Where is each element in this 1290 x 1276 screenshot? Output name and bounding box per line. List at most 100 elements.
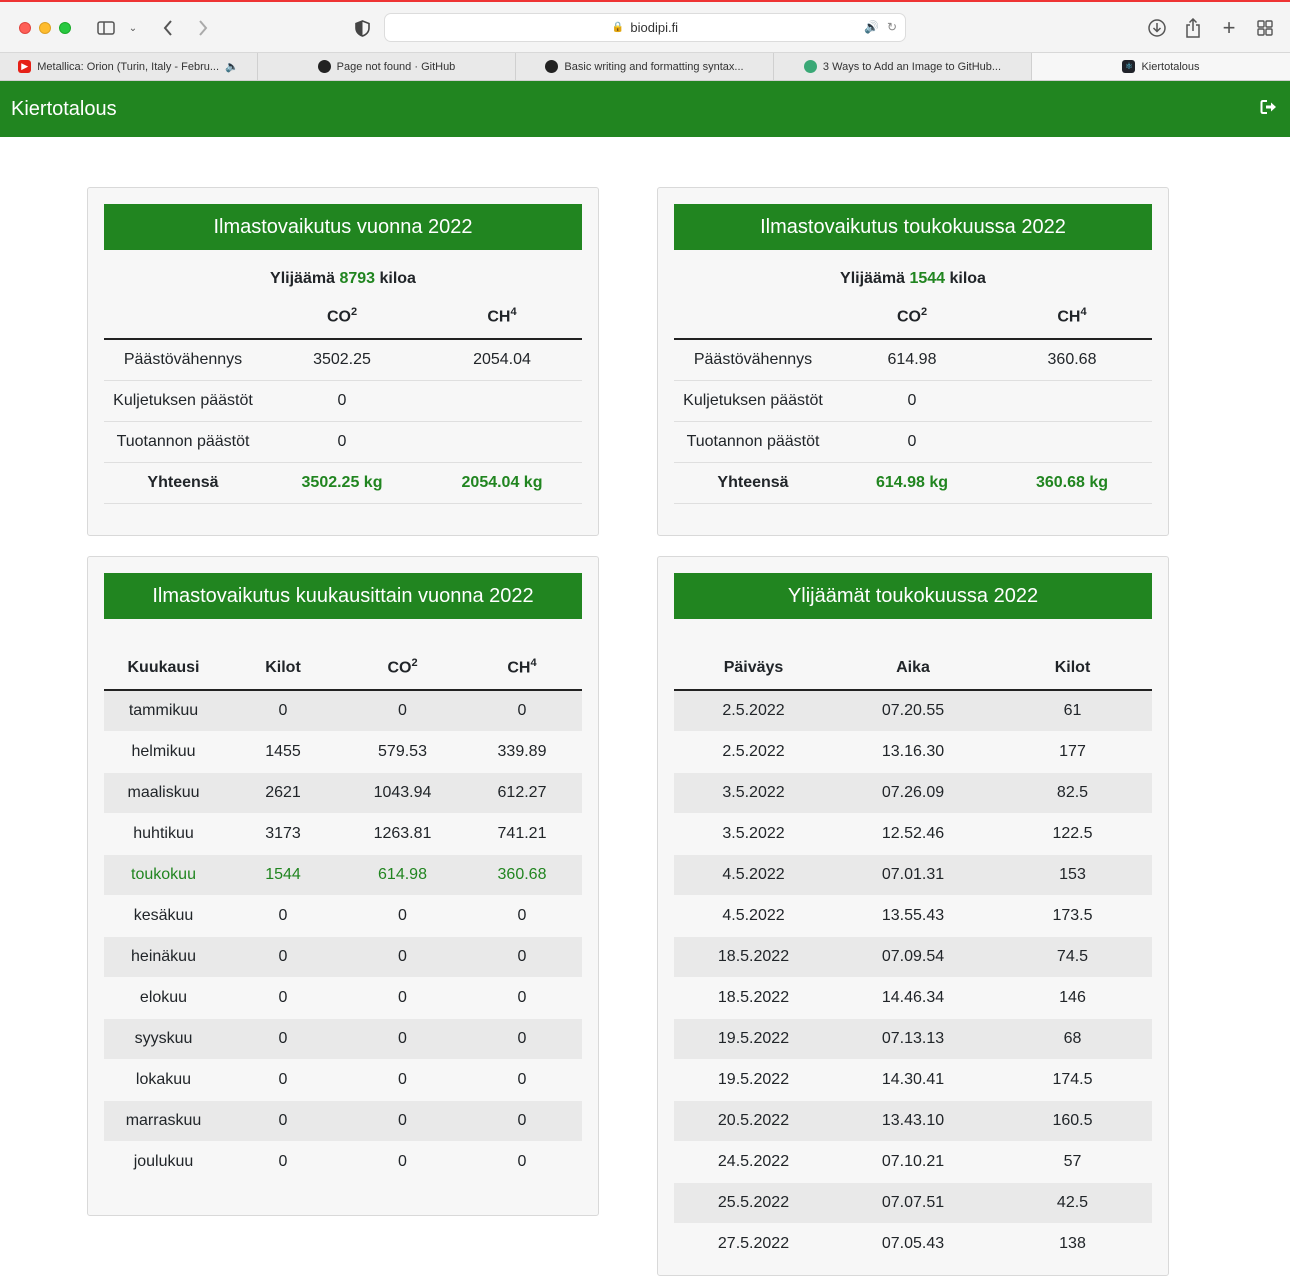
co2-cell: 0 xyxy=(343,936,462,978)
mute-icon[interactable]: 🔈 xyxy=(225,60,239,73)
co2-header-sup: 2 xyxy=(920,305,928,318)
leaf-icon xyxy=(803,60,817,73)
date-cell: 4.5.2022 xyxy=(674,854,833,896)
sidebar-menu-button[interactable]: ⌄ xyxy=(127,16,139,40)
co2-header-sup: 2 xyxy=(411,656,418,669)
ch4-value xyxy=(422,421,582,463)
co2-header-text: CO xyxy=(896,308,921,325)
kilos-cell: 0 xyxy=(223,936,343,978)
table-row: 18.5.2022 07.09.54 74.5 xyxy=(674,936,1152,978)
date-cell: 3.5.2022 xyxy=(674,813,833,855)
sidebar-icon xyxy=(97,21,115,35)
table-row: Tuotannon päästöt 0 xyxy=(674,421,1152,463)
date-cell: 2.5.2022 xyxy=(674,690,833,732)
month-cell: marraskuu xyxy=(104,1100,223,1142)
browser-tab-image-howto[interactable]: 3 Ways to Add an Image to GitHub... xyxy=(774,53,1032,80)
reload-icon[interactable]: ↻ xyxy=(887,20,897,34)
kilos-cell: 68 xyxy=(993,1018,1152,1060)
time-cell: 07.13.13 xyxy=(833,1018,993,1060)
co2-value: 0 xyxy=(262,380,422,422)
chevron-right-icon xyxy=(199,20,208,36)
date-cell: 25.5.2022 xyxy=(674,1182,833,1224)
address-bar[interactable]: 🔒 biodipi.fi 🔊 ↻ xyxy=(384,13,906,42)
ch4-cell: 612.27 xyxy=(462,772,582,814)
time-cell: 07.01.31 xyxy=(833,854,993,896)
browser-tab-github-docs[interactable]: Basic writing and formatting syntax... xyxy=(516,53,774,80)
table-row: syyskuu 0 0 0 xyxy=(104,1018,582,1060)
table-row: 2.5.2022 07.20.55 61 xyxy=(674,690,1152,732)
surplus-summary: Ylijäämä 8793 kiloa xyxy=(104,270,582,288)
ch4-cell: 0 xyxy=(462,1100,582,1142)
new-tab-button[interactable]: + xyxy=(1219,15,1239,40)
sidebar-toggle-button[interactable] xyxy=(95,16,117,40)
share-button[interactable] xyxy=(1183,16,1203,40)
date-cell: 24.5.2022 xyxy=(674,1141,833,1183)
kilos-cell: 1544 xyxy=(223,854,343,896)
shield-icon xyxy=(354,19,370,37)
table-row: toukokuu 1544 614.98 360.68 xyxy=(104,854,582,896)
date-cell: 27.5.2022 xyxy=(674,1223,833,1265)
close-window-button[interactable] xyxy=(19,22,31,34)
time-cell: 07.09.54 xyxy=(833,936,993,978)
table-row: huhtikuu 3173 1263.81 741.21 xyxy=(104,813,582,855)
kilos-cell: 57 xyxy=(993,1141,1152,1183)
kilos-header: Kilot xyxy=(993,648,1152,691)
monthly-impact-card: Ilmastovaikutus kuukausittain vuonna 202… xyxy=(87,556,599,1216)
audio-playing-icon[interactable]: 🔊 xyxy=(864,20,879,34)
co2-header-text: CO xyxy=(326,308,351,325)
back-button[interactable] xyxy=(158,16,178,40)
row-label: Kuljetuksen päästöt xyxy=(674,380,832,422)
date-cell: 20.5.2022 xyxy=(674,1100,833,1142)
forward-button[interactable] xyxy=(193,16,213,40)
co2-value: 0 xyxy=(262,421,422,463)
kilos-cell: 0 xyxy=(223,1018,343,1060)
ch4-cell: 741.21 xyxy=(462,813,582,855)
surplus-summary: Ylijäämä 1544 kiloa xyxy=(674,270,1152,288)
table-row: 18.5.2022 14.46.34 146 xyxy=(674,977,1152,1019)
browser-toolbar: ⌄ 🔒 biodipi.fi 🔊 ↻ + xyxy=(0,0,1290,53)
app-brand[interactable]: Kiertotalous xyxy=(11,98,117,121)
kilos-cell: 174.5 xyxy=(993,1059,1152,1101)
kilos-cell: 0 xyxy=(223,977,343,1019)
co2-total: 614.98 kg xyxy=(832,462,992,504)
browser-tab-github-404[interactable]: Page not found · GitHub xyxy=(258,53,516,80)
time-cell: 14.46.34 xyxy=(833,977,993,1019)
maximize-window-button[interactable] xyxy=(59,22,71,34)
surplus-unit: kiloa xyxy=(379,270,416,287)
kilos-cell: 173.5 xyxy=(993,895,1152,937)
time-cell: 07.05.43 xyxy=(833,1223,993,1265)
downloads-button[interactable] xyxy=(1146,16,1168,40)
table-row: tammikuu 0 0 0 xyxy=(104,690,582,732)
ch4-value xyxy=(992,421,1152,463)
table-row: Päästövähennys 614.98 360.68 xyxy=(674,339,1152,381)
impact-table: CO2 CH4 Päästövähennys 3502.25 2054.04 Kul… xyxy=(104,298,582,504)
table-row: lokakuu 0 0 0 xyxy=(104,1059,582,1101)
logout-button[interactable] xyxy=(1260,99,1278,120)
tab-overview-button[interactable] xyxy=(1255,16,1275,40)
ch4-cell: 0 xyxy=(462,936,582,978)
browser-tab-kiertotalous[interactable]: ⚛ Kiertotalous xyxy=(1032,53,1290,80)
ch4-header-sup: 4 xyxy=(510,305,517,318)
date-header: Päiväys xyxy=(674,648,833,691)
co2-header: CO2 xyxy=(343,648,462,691)
privacy-report-button[interactable] xyxy=(352,16,372,40)
browser-tab-label: Metallica: Orion (Turin, Italy - Febru..… xyxy=(37,60,220,73)
kilos-cell: 160.5 xyxy=(993,1100,1152,1142)
time-cell: 13.43.10 xyxy=(833,1100,993,1142)
surplus-label: Ylijäämä xyxy=(840,270,905,287)
ch4-header-sup: 4 xyxy=(530,656,537,669)
ch4-total: 2054.04 kg xyxy=(422,462,582,504)
chevron-left-icon xyxy=(163,20,172,36)
time-cell: 07.07.51 xyxy=(833,1182,993,1224)
kilos-cell: 1455 xyxy=(223,731,343,773)
card-title: Ilmastovaikutus toukokuussa 2022 xyxy=(674,204,1152,250)
minimize-window-button[interactable] xyxy=(39,22,51,34)
browser-tab-metallica[interactable]: ▶ Metallica: Orion (Turin, Italy - Febru… xyxy=(0,53,258,80)
github-icon xyxy=(317,60,331,73)
co2-value: 0 xyxy=(832,380,992,422)
table-row: 20.5.2022 13.43.10 160.5 xyxy=(674,1100,1152,1142)
card-title: Ilmastovaikutus kuukausittain vuonna 202… xyxy=(104,573,582,619)
co2-cell: 0 xyxy=(343,1018,462,1060)
month-header: Kuukausi xyxy=(104,648,223,691)
ch4-cell: 360.68 xyxy=(462,854,582,896)
